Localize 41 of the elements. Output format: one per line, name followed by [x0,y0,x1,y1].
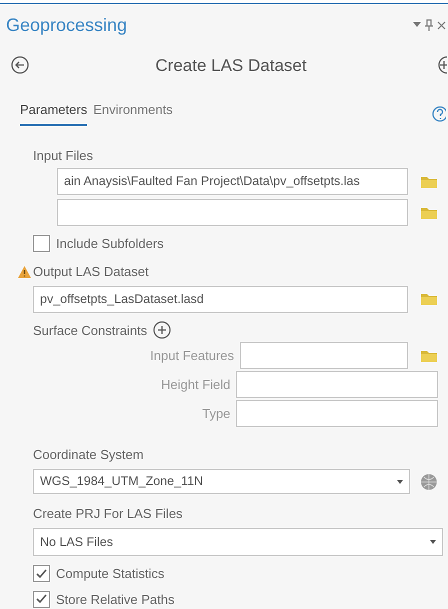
input-field[interactable] [57,199,408,226]
checkbox-label: Include Subfolders [56,235,164,253]
column-label: Type [202,406,230,420]
folder-icon[interactable] [420,348,438,362]
folder-icon[interactable] [420,206,438,220]
check-icon [36,594,47,604]
dropdown[interactable]: WGS_1984_UTM_Zone_11N [33,469,410,494]
dropdown[interactable]: No LAS Files [33,528,443,556]
input-field[interactable]: pv_offsetpts_LasDataset.lasd [33,286,408,312]
input-field[interactable] [236,400,438,427]
back-icon[interactable] [11,56,29,74]
tab[interactable]: Environments [93,100,173,126]
check-icon [36,568,47,579]
checkbox[interactable] [33,235,50,252]
column-label: Input Features [150,348,234,362]
caret-icon [397,480,404,484]
field-label: Input Files [33,146,94,165]
input-field[interactable] [240,342,408,369]
input-field[interactable] [236,371,438,398]
globe-icon[interactable] [420,472,438,490]
help-icon[interactable] [432,106,446,122]
close-icon[interactable] [437,20,446,30]
field-label: Output LAS Dataset [33,264,149,278]
column-label: Height Field [161,376,230,392]
field-label: Surface Constraints [33,322,148,340]
checkbox-label: Compute Statistics [56,565,164,583]
checkbox-label: Store Relative Paths [56,590,175,608]
checkbox[interactable] [33,590,50,608]
dropdown-caret-icon[interactable] [413,22,421,28]
panel-title: Geoprocessing [6,14,128,37]
tab[interactable]: Parameters [20,100,88,126]
field-label: Create PRJ For LAS Files [33,506,183,521]
pin-icon[interactable] [425,19,433,31]
field-label: Coordinate System [33,447,144,462]
folder-icon[interactable] [420,292,438,306]
input-field[interactable]: ain Anaysis\Faulted Fan Project\Data\pv_offsetpts.las [57,168,408,195]
checkbox[interactable] [33,565,50,582]
folder-icon[interactable] [420,174,438,188]
tool-title: Create LAS Dataset [155,54,307,76]
caret-icon [430,540,436,544]
add-icon[interactable] [153,321,172,340]
